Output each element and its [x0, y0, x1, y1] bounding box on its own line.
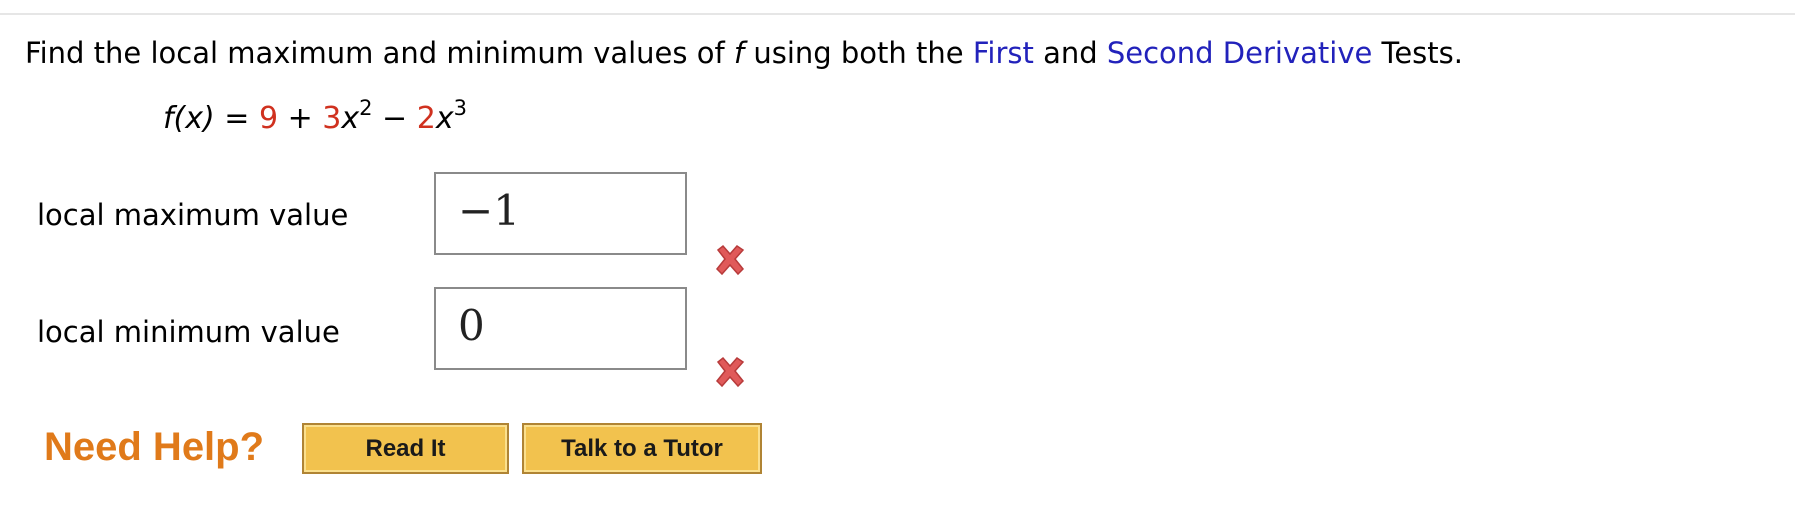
formula-var-3: x — [435, 101, 454, 136]
question-text-end: Tests. — [1372, 36, 1463, 70]
formula-plus: + — [278, 101, 323, 136]
function-formula: f(x) = 9 + 3x2 − 2x3 — [163, 96, 467, 136]
question-text-start: Find the local maximum and minimum value… — [25, 36, 734, 70]
function-name: f — [733, 36, 745, 70]
first-derivative-test-link[interactable]: First — [973, 36, 1034, 70]
question-text: Find the local maximum and minimum value… — [25, 36, 1463, 70]
formula-equals: = — [214, 101, 259, 136]
formula-constant: 9 — [258, 101, 279, 136]
local-max-label: local maximum value — [37, 198, 349, 232]
wrong-x-icon — [715, 244, 745, 276]
local-min-label: local minimum value — [37, 315, 340, 349]
formula-minus: − — [372, 101, 417, 136]
question-text-and: and — [1033, 36, 1107, 70]
local-min-input[interactable]: 0 — [434, 287, 687, 370]
read-it-button[interactable]: Read It — [302, 423, 509, 474]
question-text-middle: using both the — [744, 36, 973, 70]
formula-lhs: f(x) — [163, 101, 215, 136]
top-divider — [0, 0, 1795, 15]
second-derivative-test-link[interactable]: Second Derivative — [1107, 36, 1372, 70]
talk-to-tutor-button[interactable]: Talk to a Tutor — [522, 423, 762, 474]
formula-var-2: x — [341, 101, 360, 136]
formula-coef-2: 3 — [322, 101, 342, 136]
local-max-input[interactable]: −1 — [434, 172, 687, 255]
need-help-label: Need Help? — [44, 425, 265, 469]
wrong-x-icon — [715, 356, 745, 388]
formula-exp-3: 3 — [453, 96, 467, 120]
formula-exp-2: 2 — [359, 96, 373, 120]
formula-coef-3: 2 — [416, 101, 436, 136]
